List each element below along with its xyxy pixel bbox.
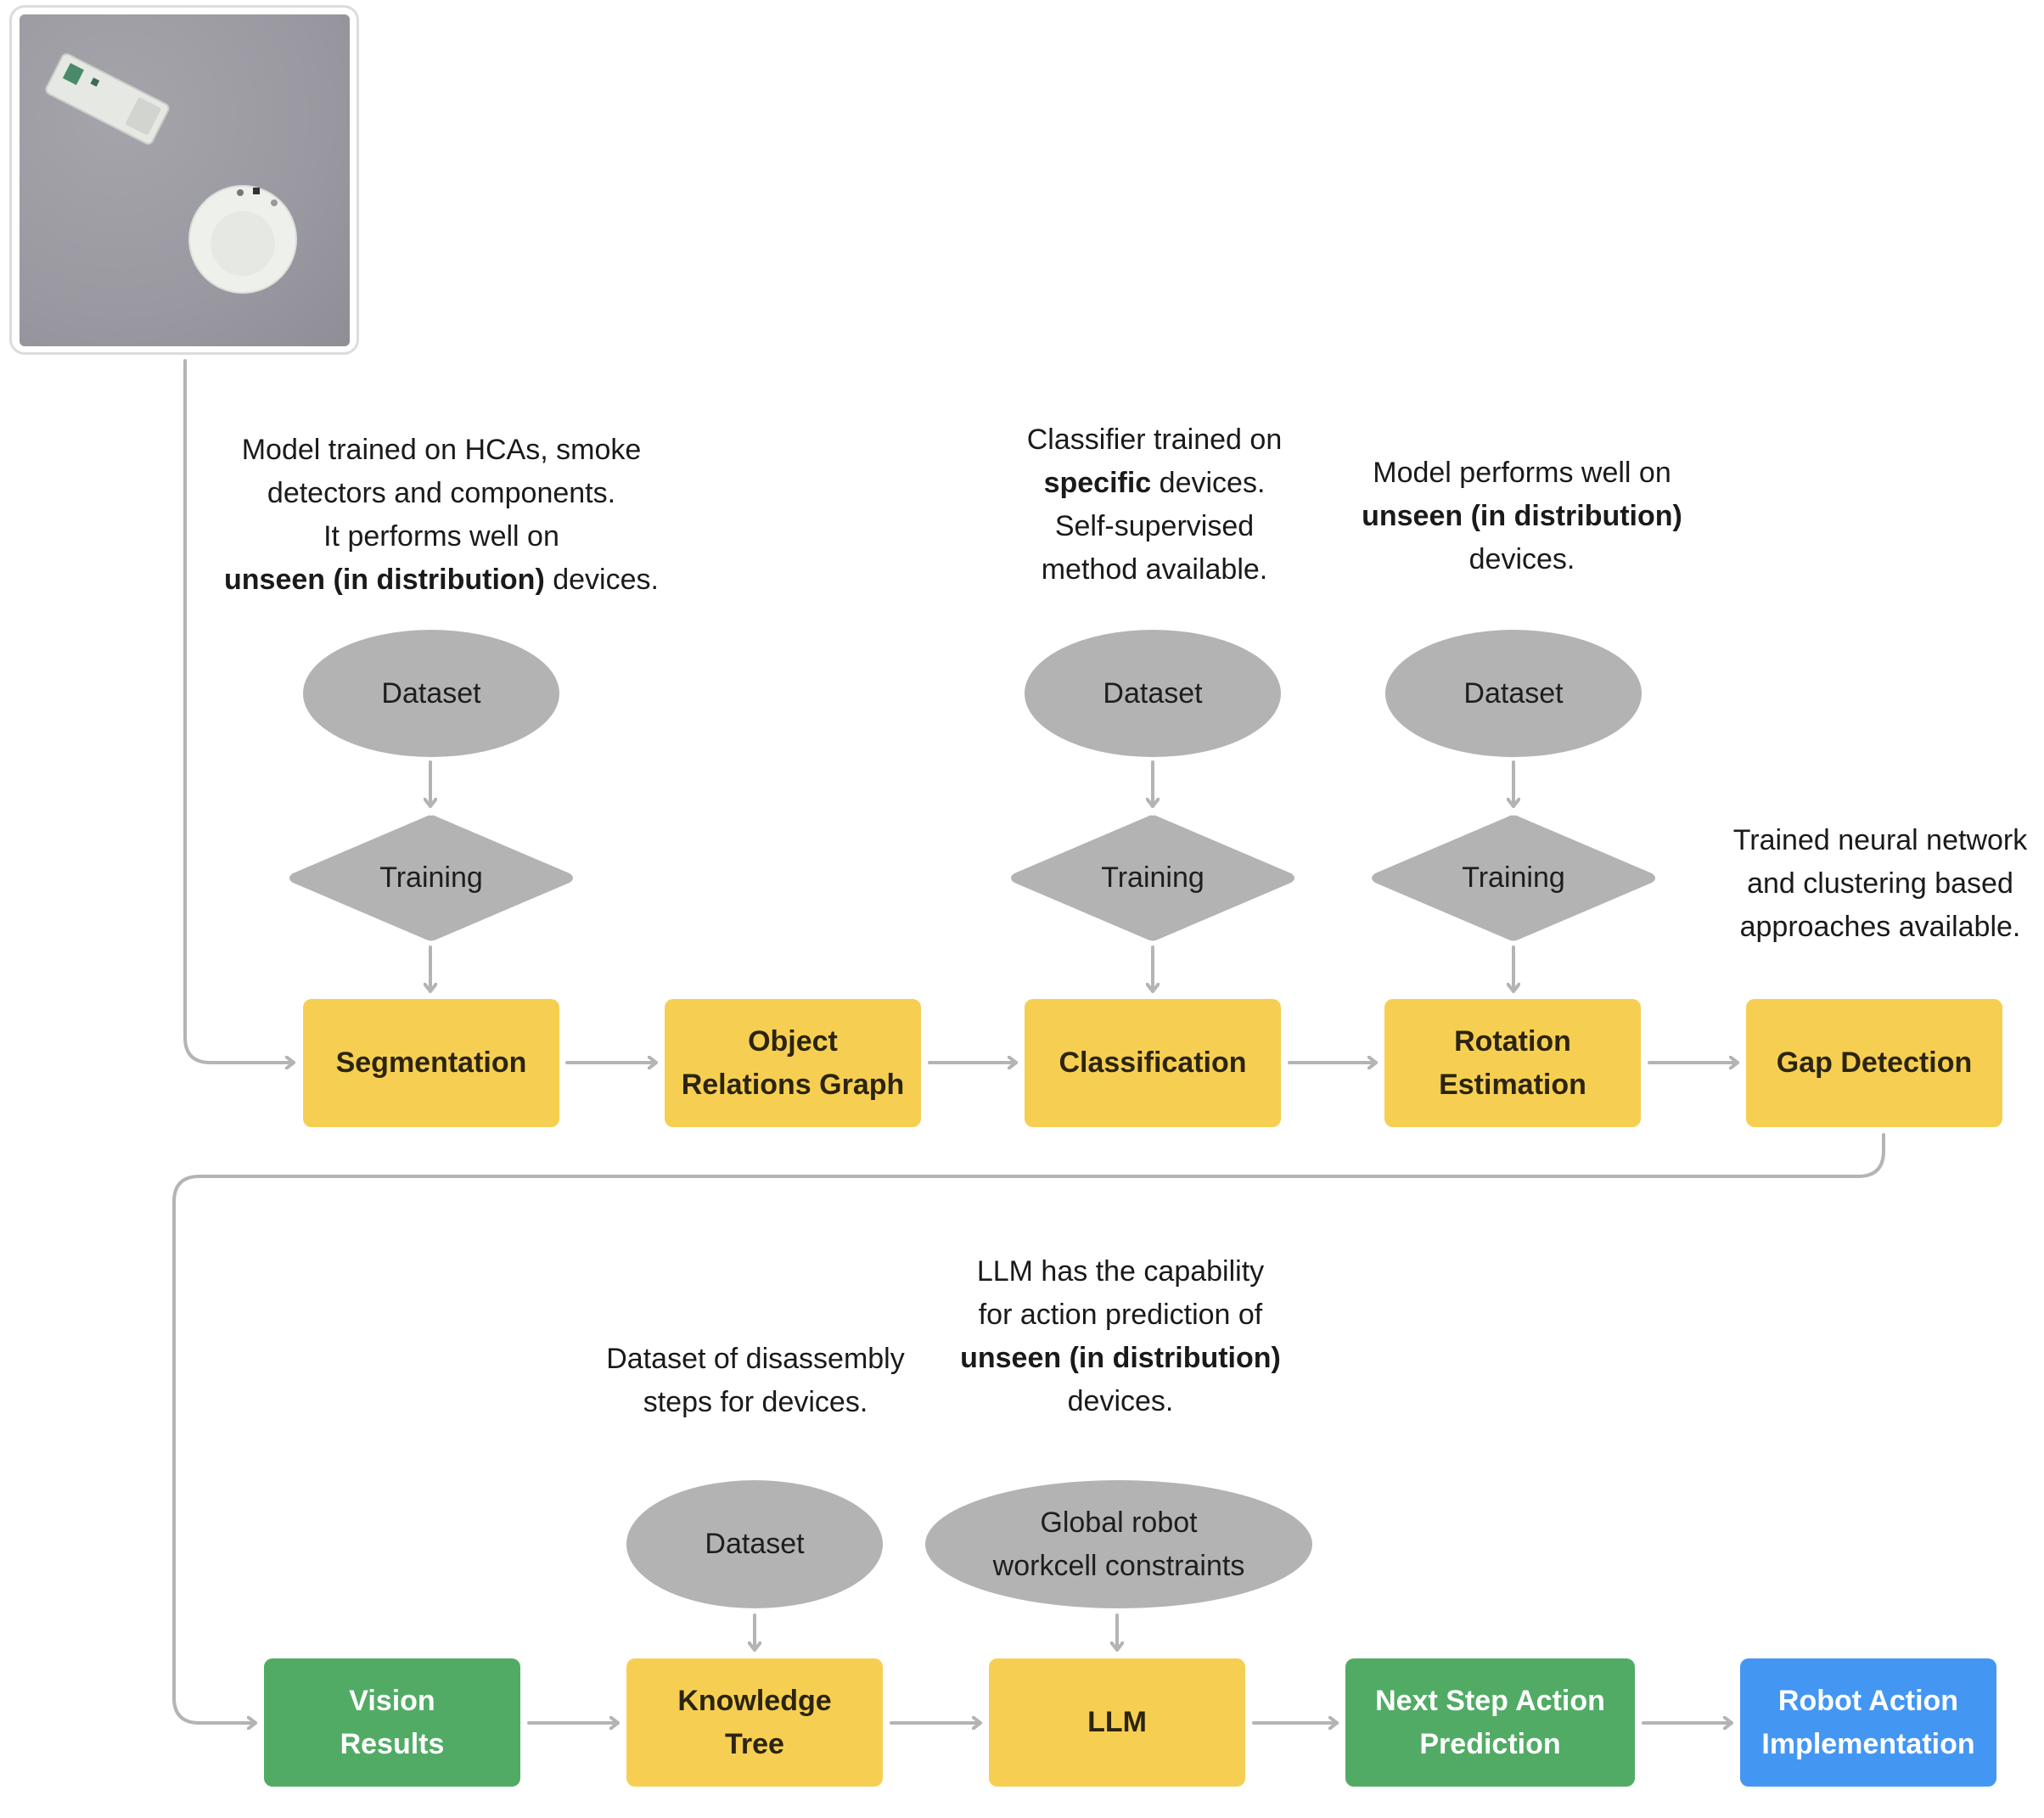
dataset-classification: Dataset: [1025, 630, 1281, 757]
note-line: and clustering based: [1747, 867, 2013, 900]
note-line: Model trained on HCAs, smoke: [241, 434, 642, 466]
box-label: Object: [748, 1024, 838, 1058]
note-line: Classifier trained on: [1026, 424, 1283, 456]
box-label: LLM: [1087, 1706, 1147, 1738]
box-label: Knowledge: [677, 1684, 832, 1717]
training-label: Training: [1101, 861, 1204, 894]
llm-box[interactable]: LLM: [989, 1658, 1245, 1787]
training-label: Training: [1462, 861, 1565, 894]
note-bold: unseen (in distribution): [224, 564, 545, 596]
box-label: Results: [340, 1727, 445, 1760]
box-label: Gap Detection: [1776, 1046, 1973, 1079]
note-segmentation: Model trained on HCAs, smoke detectors a…: [195, 429, 688, 602]
note-line: unseen (in distribution): [1344, 495, 1700, 538]
dataset-label: Dataset: [381, 676, 481, 710]
note-line: devices.: [1067, 1385, 1174, 1417]
box-label: Tree: [725, 1727, 784, 1760]
knowledge-tree-box[interactable]: Knowledge Tree: [626, 1658, 883, 1787]
box-label: Next Step Action: [1375, 1684, 1605, 1717]
note-llm: LLM has the capability for action predic…: [942, 1250, 1299, 1423]
rotation-estimation-box[interactable]: Rotation Estimation: [1384, 999, 1641, 1127]
note-line: It performs well on: [323, 520, 559, 553]
note-bold: specific: [1043, 467, 1152, 499]
box-label: Vision: [349, 1684, 435, 1717]
note-line: devices.: [1468, 543, 1575, 575]
note-line: detectors and components.: [267, 477, 616, 509]
box-label: Segmentation: [335, 1046, 527, 1079]
note-rotation: Model performs well on unseen (in distri…: [1344, 452, 1700, 581]
training-label: Training: [379, 861, 483, 894]
training-classification: Training: [1008, 814, 1298, 942]
note-line: steps for devices.: [643, 1386, 868, 1418]
box-label: Classification: [1058, 1046, 1247, 1079]
next-step-action-prediction-box[interactable]: Next Step Action Prediction: [1345, 1658, 1635, 1787]
robot-action-implementation-box[interactable]: Robot Action Implementation: [1740, 1658, 1996, 1787]
constraints-label: workcell constraints: [992, 1549, 1245, 1582]
note-line: approaches available.: [1739, 911, 2021, 943]
dataset-rotation: Dataset: [1385, 630, 1642, 757]
note-line: method available.: [1041, 553, 1268, 586]
note-line: unseen (in distribution): [942, 1337, 1299, 1380]
box-label: Implementation: [1761, 1727, 1975, 1760]
vision-results-box[interactable]: Vision Results: [264, 1658, 520, 1787]
box-label: Estimation: [1439, 1068, 1586, 1101]
note-line: for action prediction of: [978, 1299, 1263, 1331]
training-rotation: Training: [1368, 814, 1659, 942]
dataset-segmentation: Dataset: [303, 630, 559, 757]
training-segmentation: Training: [286, 814, 576, 942]
note-line: specific devices.: [985, 462, 1324, 505]
input-image: [20, 14, 350, 346]
note-classification: Classifier trained on specific devices. …: [985, 418, 1324, 592]
dataset-label: Dataset: [1463, 676, 1564, 710]
note-line: Trained neural network: [1732, 824, 2028, 856]
note-line: LLM has the capability: [976, 1255, 1265, 1288]
segmentation-box[interactable]: Segmentation: [303, 999, 559, 1127]
note-text: devices.: [1151, 467, 1266, 499]
smoke-detector-photo: [45, 53, 297, 294]
note-line: unseen (in distribution) devices.: [195, 558, 688, 602]
object-relations-graph-box[interactable]: Object Relations Graph: [665, 999, 921, 1127]
global-robot-constraints: Global robot workcell constraints: [925, 1480, 1312, 1608]
note-line: Dataset of disassembly: [606, 1343, 905, 1375]
box-label: Rotation: [1454, 1024, 1571, 1058]
box-label: Relations Graph: [681, 1068, 905, 1101]
note-line: Model performs well on: [1373, 457, 1671, 489]
gap-detection-box[interactable]: Gap Detection: [1746, 999, 2002, 1127]
constraints-label: Global robot: [1040, 1506, 1198, 1539]
note-text: devices.: [544, 564, 659, 596]
note-line: Self-supervised: [1054, 510, 1255, 542]
note-knowledge-tree: Dataset of disassembly steps for devices…: [586, 1338, 925, 1424]
box-label: Robot Action: [1777, 1684, 1959, 1717]
note-bold: unseen (in distribution): [960, 1342, 1281, 1374]
note-gap-detection: Trained neural network and clustering ba…: [1715, 819, 2044, 949]
box-label: Prediction: [1419, 1727, 1561, 1760]
dataset-label: Dataset: [705, 1528, 805, 1560]
connector-gap-to-vision: [172, 1133, 1885, 1723]
classification-box[interactable]: Classification: [1025, 999, 1281, 1127]
note-bold: unseen (in distribution): [1362, 500, 1682, 532]
dataset-label: Dataset: [1103, 676, 1203, 710]
dataset-knowledge-tree: Dataset: [626, 1480, 883, 1608]
